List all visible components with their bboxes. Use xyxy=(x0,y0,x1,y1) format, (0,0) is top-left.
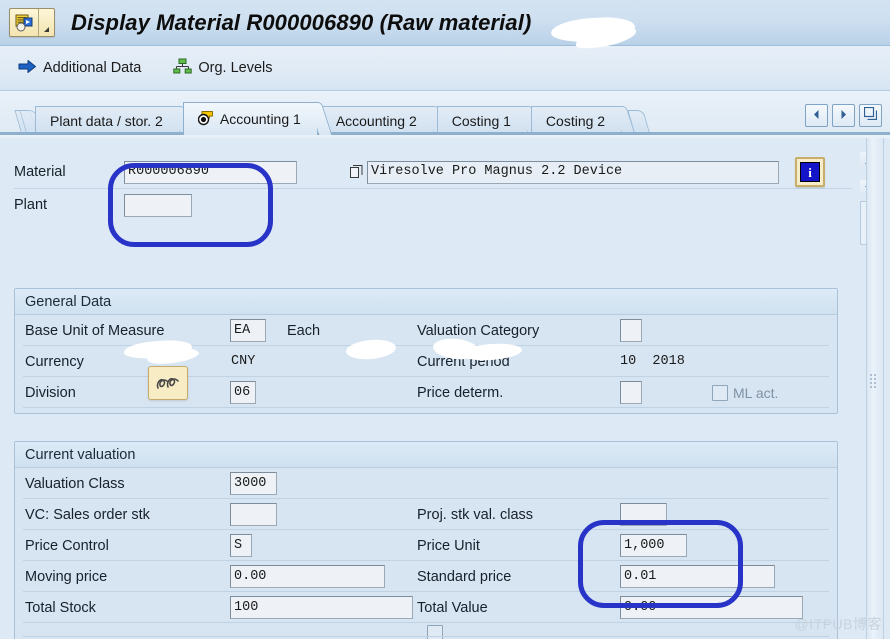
plant-row: Plant xyxy=(14,189,852,221)
org-levels-label: Org. Levels xyxy=(198,60,273,76)
additional-data-button[interactable]: Additional Data xyxy=(14,57,145,80)
tab-accounting-1-label: Accounting 1 xyxy=(219,111,301,127)
material-row: Material R000006890 Viresolve Pro Magnus… xyxy=(14,156,852,189)
tab-costing-2[interactable]: Costing 2 xyxy=(530,106,636,135)
page-title-prefix: Display Material xyxy=(71,9,241,35)
application-toolbar: Additional Data Org. Levels xyxy=(0,46,890,91)
standard-price-input[interactable]: 0.01 xyxy=(620,565,775,588)
page-title-suffix: Raw material) xyxy=(387,9,532,35)
vc-sales-order-stk-label: VC: Sales order stk xyxy=(25,506,150,523)
valuation-class-label: Valuation Class xyxy=(25,475,125,492)
base-unit-input[interactable]: EA xyxy=(230,319,266,342)
price-determ-input[interactable] xyxy=(620,381,642,404)
division-input[interactable]: 06 xyxy=(230,381,256,404)
price-control-row: Price Control S Price Unit 1,000 xyxy=(15,530,837,561)
total-stock-label: Total Stock xyxy=(25,599,96,616)
tab-plant-data-stor-2-label: Plant data / stor. 2 xyxy=(50,113,163,129)
ml-act-label: ML act. xyxy=(733,384,779,401)
tab-plant-data-stor-2[interactable]: Plant data / stor. 2 xyxy=(35,106,194,135)
material-description-input[interactable]: Viresolve Pro Magnus 2.2 Device xyxy=(367,160,779,184)
price-unit-input[interactable]: 1,000 xyxy=(620,534,687,557)
valuation-class-input[interactable]: 3000 xyxy=(230,472,277,495)
bottom-checkbox[interactable] xyxy=(427,625,443,639)
valuation-category-input[interactable] xyxy=(620,319,642,342)
total-stock-row: Total Stock 100 Total Value 0.00 xyxy=(15,592,837,623)
tab-strip-underline xyxy=(0,132,890,135)
tab-strip: Plant data / stor. 2 Accounting 1 Accoun… xyxy=(0,91,890,135)
valuation-category-label: Valuation Category xyxy=(417,322,540,339)
partial-bottom-row xyxy=(15,623,837,639)
tab-accounting-1[interactable]: Accounting 1 xyxy=(182,102,333,135)
total-value-label: Total Value xyxy=(417,599,488,616)
additional-data-label: Additional Data xyxy=(43,60,142,76)
standard-price-label: Standard price xyxy=(417,568,512,585)
base-unit-label: Base Unit of Measure xyxy=(25,322,165,339)
price-control-label: Price Control xyxy=(25,537,109,554)
plant-label: Plant xyxy=(14,197,48,213)
sap-menu-icon xyxy=(10,9,38,36)
sap-display-material-screen: Display Material R000006890 (Raw materia… xyxy=(0,0,890,639)
price-determ-label: Price determ. xyxy=(417,384,504,401)
org-hierarchy-icon xyxy=(173,58,193,78)
proj-stk-val-class-input[interactable] xyxy=(620,503,667,526)
moving-price-label: Moving price xyxy=(25,568,108,585)
info-button-label: i xyxy=(800,162,820,182)
page-title-material: R000006890 xyxy=(246,9,374,35)
currency-value: CNY xyxy=(231,354,256,369)
material-label: Material xyxy=(14,164,66,180)
matchcode-icon[interactable] xyxy=(349,164,364,180)
price-control-input[interactable]: S xyxy=(230,534,252,557)
total-value-input[interactable]: 0.00 xyxy=(620,596,803,619)
triangle-left-icon xyxy=(812,107,821,125)
prev-tab-button[interactable] xyxy=(805,104,828,127)
tab-costing-2-label: Costing 2 xyxy=(545,113,606,129)
current-valuation-group: Current valuation Valuation Class 3000 V… xyxy=(14,441,838,639)
division-label: Division xyxy=(25,384,76,401)
general-data-title: General Data xyxy=(15,289,837,315)
vc-sales-order-stk-input[interactable] xyxy=(230,503,277,526)
moving-price-input[interactable]: 0.00 xyxy=(230,565,385,588)
material-input[interactable]: R000006890 xyxy=(124,160,297,184)
valuation-class-row: Valuation Class 3000 xyxy=(15,468,837,499)
current-valuation-title: Current valuation xyxy=(15,442,837,468)
tab-costing-1-label: Costing 1 xyxy=(451,113,511,129)
arrow-right-icon xyxy=(18,59,37,78)
division-row: Division 06 Price determ. ML act. xyxy=(15,377,837,408)
tab-navigation xyxy=(805,104,882,127)
current-period-value: 10 2018 xyxy=(620,354,685,369)
next-tab-button[interactable] xyxy=(832,104,855,127)
stamp-icon xyxy=(197,110,215,129)
proj-stk-val-class-label: Proj. stk val. class xyxy=(417,506,534,523)
base-unit-suffix: Each xyxy=(287,322,321,339)
handwritten-annotation-note xyxy=(148,366,188,400)
material-header-block: Material R000006890 Viresolve Pro Magnus… xyxy=(14,156,852,221)
price-unit-label: Price Unit xyxy=(417,537,480,554)
window-title-bar: Display Material R000006890 (Raw materia… xyxy=(0,0,890,52)
page-title: Display Material R000006890 (Raw materia… xyxy=(71,9,638,52)
content-area: Material R000006890 Viresolve Pro Magnus… xyxy=(0,138,890,639)
tab-costing-1[interactable]: Costing 1 xyxy=(436,106,542,135)
tab-accounting-2-label: Accounting 2 xyxy=(335,113,417,129)
tab-list-button[interactable] xyxy=(859,104,882,127)
dropdown-triangle-icon[interactable] xyxy=(39,9,54,36)
ml-act-checkbox[interactable] xyxy=(712,384,728,401)
main-scrollbar[interactable] xyxy=(866,138,884,639)
tab-accounting-2[interactable]: Accounting 2 xyxy=(320,106,448,135)
plant-input[interactable] xyxy=(124,193,192,217)
vc-sales-order-stk-row: VC: Sales order stk Proj. stk val. class xyxy=(15,499,837,530)
currency-label: Currency xyxy=(25,353,84,370)
total-stock-input[interactable]: 100 xyxy=(230,596,413,619)
scrollbar-grip xyxy=(870,374,879,388)
moving-price-row: Moving price 0.00 Standard price 0.01 xyxy=(15,561,837,592)
tab-list: Plant data / stor. 2 Accounting 1 Accoun… xyxy=(14,102,651,135)
info-icon[interactable]: i xyxy=(795,157,825,187)
watermark: @ITPUB博客 xyxy=(794,616,882,632)
windows-list-icon xyxy=(863,106,878,125)
ml-act-checkbox-wrap[interactable]: ML act. xyxy=(712,384,779,401)
system-menu-button[interactable] xyxy=(9,8,55,37)
base-unit-row: Base Unit of Measure EA Each Valuation C… xyxy=(15,315,837,346)
page-title-paren: ( xyxy=(379,9,388,35)
org-levels-button[interactable]: Org. Levels xyxy=(169,56,276,80)
triangle-right-icon xyxy=(839,107,848,125)
